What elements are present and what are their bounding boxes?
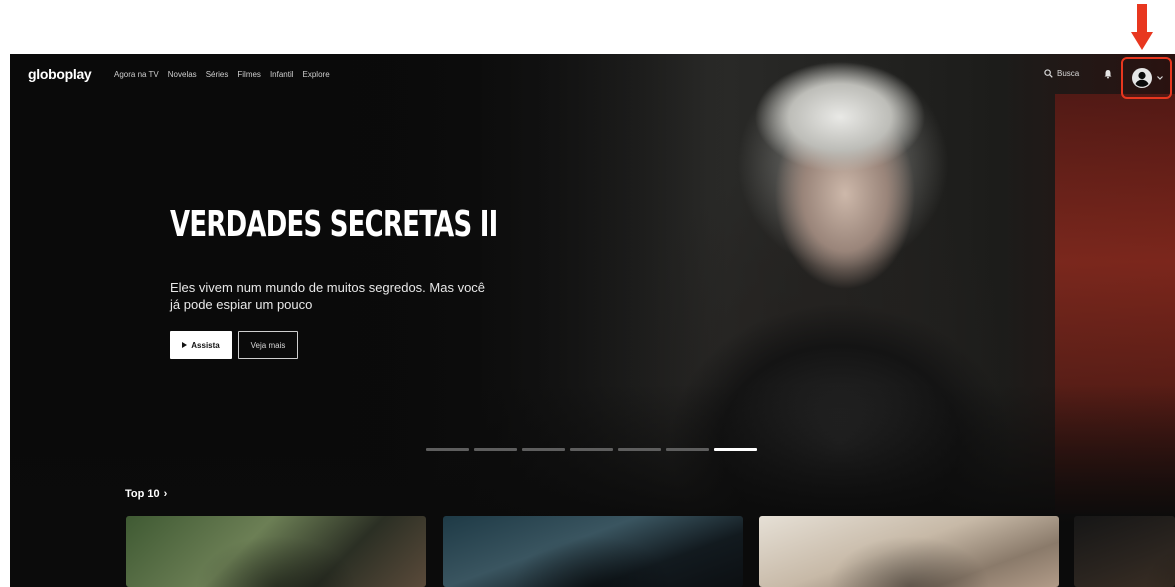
hero-description: Eles vivem num mundo de muitos segredos.… xyxy=(170,280,486,312)
nav-link-novelas[interactable]: Novelas xyxy=(168,70,197,79)
top10-card-4[interactable] xyxy=(1074,516,1175,587)
carousel-dot-1[interactable] xyxy=(426,448,469,451)
card-thumbnail xyxy=(443,516,743,587)
top10-card-3[interactable] xyxy=(759,516,1059,587)
nav-link-infantil[interactable]: Infantil xyxy=(270,70,294,79)
search-label: Busca xyxy=(1057,69,1080,78)
hero-title: VERDADES SECRETAS II xyxy=(170,204,498,245)
annotation-arrow xyxy=(1131,4,1153,52)
carousel-dot-3[interactable] xyxy=(522,448,565,451)
carousel-indicators xyxy=(426,448,757,451)
search-button[interactable]: Busca xyxy=(1044,69,1079,78)
bell-icon[interactable] xyxy=(1103,69,1113,79)
nav-link-series[interactable]: Séries xyxy=(206,70,229,79)
top-navbar: globoplay Agora na TV Novelas Séries Fil… xyxy=(10,54,1175,99)
watch-button[interactable]: Assista xyxy=(170,331,232,359)
globoplay-app: globoplay Agora na TV Novelas Séries Fil… xyxy=(10,54,1175,587)
profile-menu-button[interactable] xyxy=(1121,57,1172,99)
card-thumbnail xyxy=(126,516,426,587)
row-title-top-10[interactable]: Top 10 › xyxy=(125,488,167,500)
globoplay-logo[interactable]: globoplay xyxy=(28,66,92,82)
nav-link-explore[interactable]: Explore xyxy=(303,70,330,79)
carousel-dot-2[interactable] xyxy=(474,448,517,451)
carousel-dot-4[interactable] xyxy=(570,448,613,451)
watch-button-label: Assista xyxy=(191,340,220,350)
nav-links: Agora na TV Novelas Séries Filmes Infant… xyxy=(114,70,330,79)
play-icon xyxy=(182,342,188,348)
card-thumbnail xyxy=(1074,516,1175,587)
carousel-dot-7[interactable] xyxy=(714,448,757,451)
annotation-arrow-shaft xyxy=(1137,4,1147,34)
row-title-label: Top 10 xyxy=(125,488,160,500)
user-avatar-icon xyxy=(1132,68,1152,88)
card-thumbnail xyxy=(759,516,1059,587)
nav-link-agora-na-tv[interactable]: Agora na TV xyxy=(114,70,159,79)
top10-card-1[interactable] xyxy=(126,516,426,587)
see-more-button-label: Veja mais xyxy=(250,340,286,350)
chevron-down-icon xyxy=(1157,76,1163,80)
hero-gradient-bottom xyxy=(10,384,1175,524)
chevron-right-icon: › xyxy=(163,488,168,500)
carousel-dot-5[interactable] xyxy=(618,448,661,451)
carousel-dot-6[interactable] xyxy=(666,448,709,451)
top10-card-2[interactable] xyxy=(443,516,743,587)
see-more-button[interactable]: Veja mais xyxy=(238,331,298,359)
nav-link-filmes[interactable]: Filmes xyxy=(237,70,261,79)
annotation-arrow-head xyxy=(1131,32,1153,50)
search-icon xyxy=(1044,69,1053,78)
